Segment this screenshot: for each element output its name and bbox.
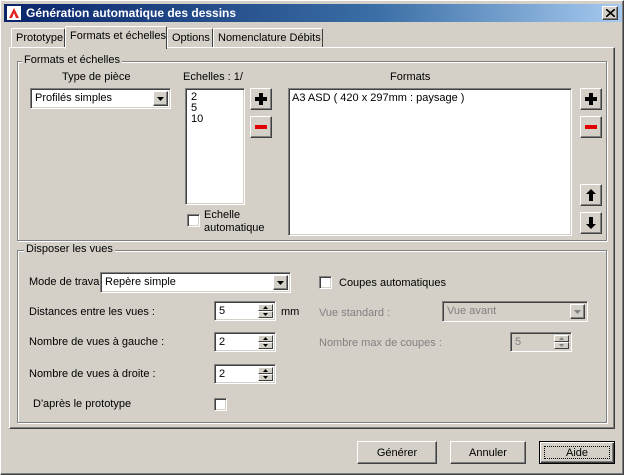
type-piece-value: Profilés simples — [35, 92, 113, 104]
plus-icon — [585, 93, 597, 105]
echelles-listbox[interactable]: 2 5 10 — [185, 88, 245, 205]
vues-droite-stepper[interactable]: 2 — [214, 364, 276, 384]
generer-label: Générer — [376, 447, 418, 459]
arrow-down-icon — [586, 217, 596, 229]
max-coupes-spin-down[interactable] — [554, 342, 569, 349]
aide-button[interactable]: Aide — [539, 441, 615, 464]
close-button[interactable] — [602, 6, 618, 20]
echelles-label: Echelles : 1/ — [183, 71, 243, 83]
chevron-down-icon — [157, 97, 164, 101]
distances-label: Distances entre les vues : — [29, 306, 155, 318]
list-item[interactable]: 10 — [191, 114, 203, 125]
remove-echelle-button[interactable] — [250, 116, 272, 138]
tab-label: Nomenclature Débits — [218, 32, 321, 44]
vues-droite-spin-up[interactable] — [258, 367, 273, 374]
formats-label: Formats — [390, 71, 431, 83]
minus-icon — [255, 125, 267, 129]
distances-spin-down[interactable] — [258, 311, 273, 318]
vues-droite-label: Nombre de vues à droite : — [29, 368, 156, 380]
spin-up-icon — [263, 337, 268, 340]
annuler-button[interactable]: Annuler — [450, 441, 526, 464]
tab-nomenclature-debits[interactable]: Nomenclature Débits — [213, 28, 323, 48]
focus-rect — [544, 446, 610, 459]
generer-button[interactable]: Générer — [357, 441, 437, 464]
spin-up-icon — [559, 337, 564, 340]
vues-gauche-value: 2 — [219, 336, 226, 348]
tab-options[interactable]: Options — [167, 28, 213, 48]
window-title: Génération automatique des dessins — [26, 6, 237, 20]
spin-down-icon — [263, 344, 268, 347]
coupes-auto-checkbox[interactable] — [319, 276, 332, 289]
prototype-checkbox[interactable] — [214, 398, 227, 411]
add-format-button[interactable] — [580, 88, 602, 110]
spin-up-icon — [263, 306, 268, 309]
formats-listbox[interactable]: A3 ASD ( 420 x 297mm : paysage ) — [288, 88, 572, 236]
vues-gauche-stepper[interactable]: 2 — [214, 332, 276, 352]
add-echelle-button[interactable] — [250, 88, 272, 110]
distances-stepper[interactable]: 5 — [214, 301, 276, 321]
max-coupes-value: 5 — [515, 336, 522, 348]
max-coupes-spin-up[interactable] — [554, 335, 569, 342]
title-bar[interactable]: Génération automatique des dessins — [4, 4, 622, 22]
mode-travail-select[interactable]: Repère simple — [100, 272, 291, 293]
chevron-down-icon — [277, 281, 284, 285]
mode-travail-value: Repère simple — [105, 276, 176, 288]
dialog-window: Génération automatique des dessins Proto… — [0, 0, 624, 475]
echelle-auto-checkbox[interactable] — [187, 214, 200, 227]
formats-group-legend: Formats et échelles — [22, 54, 122, 66]
type-piece-dropdown-button[interactable] — [153, 91, 168, 106]
max-coupes-stepper[interactable]: 5 — [510, 332, 572, 352]
echelle-auto-label-1: Echelle — [204, 209, 241, 221]
type-piece-label: Type de pièce — [62, 71, 131, 83]
app-logo-icon — [6, 5, 22, 21]
vue-standard-dropdown-button[interactable] — [570, 304, 585, 319]
move-format-down-button[interactable] — [580, 212, 602, 234]
coupes-auto-label: Coupes automatiques — [339, 277, 447, 289]
tab-label: Prototype — [16, 32, 64, 44]
arrow-up-icon — [586, 189, 596, 201]
spin-down-icon — [263, 376, 268, 379]
vue-standard-value: Vue avant — [447, 305, 497, 317]
prototype-label: D'après le prototype — [33, 398, 132, 410]
echelle-auto-label-2: automatique — [204, 222, 265, 234]
tab-label: Formats et échelles — [70, 30, 166, 42]
annuler-label: Annuler — [469, 447, 507, 459]
distances-unit: mm — [281, 306, 300, 318]
tab-formats-echelles[interactable]: Formats et échelles — [65, 26, 167, 49]
vues-gauche-label: Nombre de vues à gauche : — [29, 336, 165, 348]
move-format-up-button[interactable] — [580, 184, 602, 206]
vues-gauche-spin-down[interactable] — [258, 342, 273, 349]
tab-panel: Formats et échelles Type de pièce Profil… — [9, 47, 615, 429]
close-icon — [606, 9, 615, 17]
minus-icon — [585, 125, 597, 129]
distances-spin-up[interactable] — [258, 304, 273, 311]
vue-standard-select[interactable]: Vue avant — [442, 301, 588, 322]
list-item[interactable]: A3 ASD ( 420 x 297mm : paysage ) — [292, 93, 464, 104]
spin-up-icon — [263, 369, 268, 372]
mode-travail-label: Mode de travai — [29, 276, 102, 288]
vues-droite-value: 2 — [219, 368, 226, 380]
vues-gauche-spin-up[interactable] — [258, 335, 273, 342]
vues-droite-spin-down[interactable] — [258, 374, 273, 381]
spin-down-icon — [559, 344, 564, 347]
vue-standard-label: Vue standard : — [319, 307, 391, 319]
tab-prototype[interactable]: Prototype — [11, 28, 65, 48]
max-coupes-label: Nombre max de coupes : — [319, 337, 442, 349]
remove-format-button[interactable] — [580, 116, 602, 138]
distances-value: 5 — [219, 305, 226, 317]
mode-travail-dropdown-button[interactable] — [273, 275, 288, 290]
type-piece-select[interactable]: Profilés simples — [30, 88, 171, 109]
plus-icon — [255, 93, 267, 105]
tab-label: Options — [172, 32, 210, 44]
chevron-down-icon — [574, 310, 581, 314]
vues-group-legend: Disposer les vues — [24, 243, 115, 255]
spin-down-icon — [263, 313, 268, 316]
